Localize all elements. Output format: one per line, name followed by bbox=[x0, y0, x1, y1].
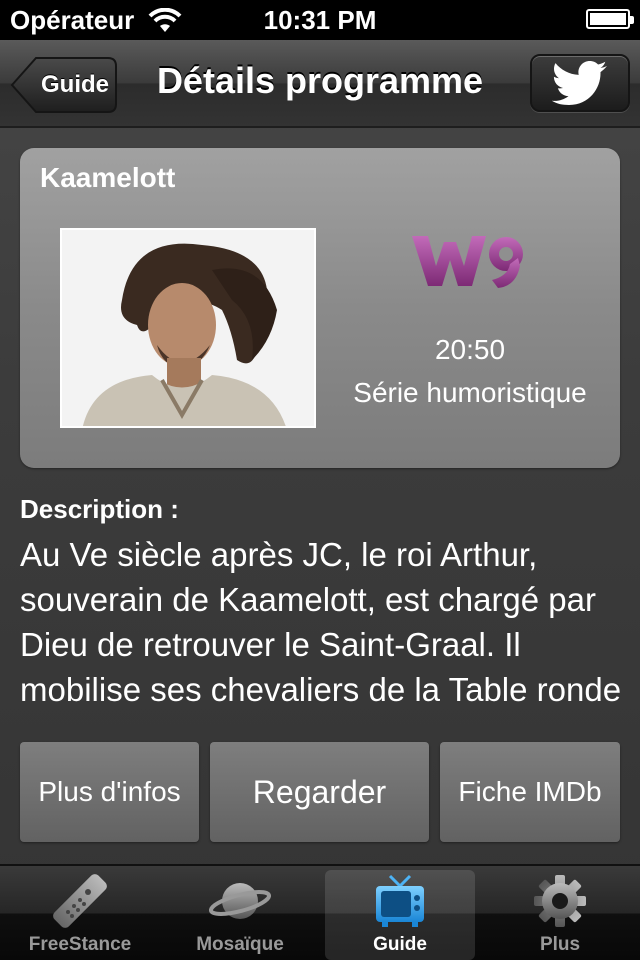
imdb-button[interactable]: Fiche IMDb bbox=[440, 742, 620, 842]
tab-freestance[interactable]: FreeStance bbox=[5, 866, 155, 960]
battery-level bbox=[590, 13, 626, 25]
program-thumbnail bbox=[60, 228, 316, 428]
status-time: 10:31 PM bbox=[263, 5, 377, 35]
tab-label-mosaique: Mosaïque bbox=[196, 934, 284, 955]
gear-icon bbox=[534, 875, 586, 927]
battery-icon bbox=[586, 9, 634, 29]
tab-plus[interactable]: Plus bbox=[485, 866, 635, 960]
more-info-button[interactable]: Plus d'infos bbox=[20, 742, 199, 842]
back-button-label: Guide bbox=[40, 71, 109, 98]
w9-logo bbox=[412, 236, 523, 288]
status-bar: Opérateur 10:31 PM bbox=[0, 0, 640, 40]
program-card: Kaamelott 20:50 Série humoristique bbox=[20, 148, 620, 468]
tab-label-plus: Plus bbox=[539, 934, 581, 955]
description-label: Description : bbox=[20, 494, 179, 524]
tv-icon bbox=[376, 874, 424, 927]
twitter-icon bbox=[552, 61, 607, 105]
program-genre: Série humoristique bbox=[353, 377, 587, 408]
page-title: Détails programme bbox=[156, 60, 484, 101]
program-time: 20:50 bbox=[434, 334, 506, 365]
planet-icon bbox=[209, 883, 271, 919]
tab-label-guide: Guide bbox=[373, 934, 427, 955]
back-button[interactable]: Guide bbox=[10, 56, 118, 114]
tab-label-freestance: FreeStance bbox=[28, 934, 132, 955]
navigation-bar: Guide Détails programme bbox=[0, 40, 640, 128]
tab-bar: FreeStance Mosaïque Guide Plus bbox=[0, 864, 640, 960]
program-title: Kaamelott bbox=[40, 162, 176, 193]
watch-button[interactable]: Regarder bbox=[210, 742, 429, 842]
remote-control-icon bbox=[53, 874, 107, 928]
tab-mosaique[interactable]: Mosaïque bbox=[165, 866, 315, 960]
channel-logo bbox=[410, 232, 530, 290]
description-text[interactable]: Au Ve siècle après JC, le roi Arthur, so… bbox=[20, 532, 625, 716]
twitter-share-button[interactable] bbox=[530, 54, 630, 112]
screen: Opérateur 10:31 PM Guide Détails program… bbox=[0, 0, 640, 960]
program-thumbnail-image bbox=[62, 230, 314, 426]
tab-guide[interactable]: Guide bbox=[325, 870, 475, 960]
